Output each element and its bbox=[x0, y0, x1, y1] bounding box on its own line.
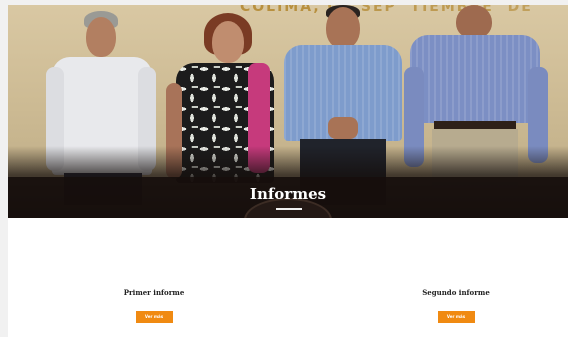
report-card-1: Primer informe Ver más bbox=[94, 288, 214, 323]
report-title-2: Segundo informe bbox=[422, 288, 490, 297]
ver-mas-button-2[interactable]: Ver más bbox=[437, 311, 475, 323]
page: COLIMA, C. SEP TIEMBRE DE bbox=[8, 5, 568, 337]
title-underline bbox=[276, 208, 302, 210]
report-card-2: Segundo informe Ver más bbox=[396, 288, 516, 323]
report-title-1: Primer informe bbox=[123, 288, 185, 297]
hero-banner: COLIMA, C. SEP TIEMBRE DE bbox=[8, 5, 568, 218]
ver-mas-button-1[interactable]: Ver más bbox=[135, 311, 173, 323]
page-title: Informes bbox=[249, 185, 327, 203]
